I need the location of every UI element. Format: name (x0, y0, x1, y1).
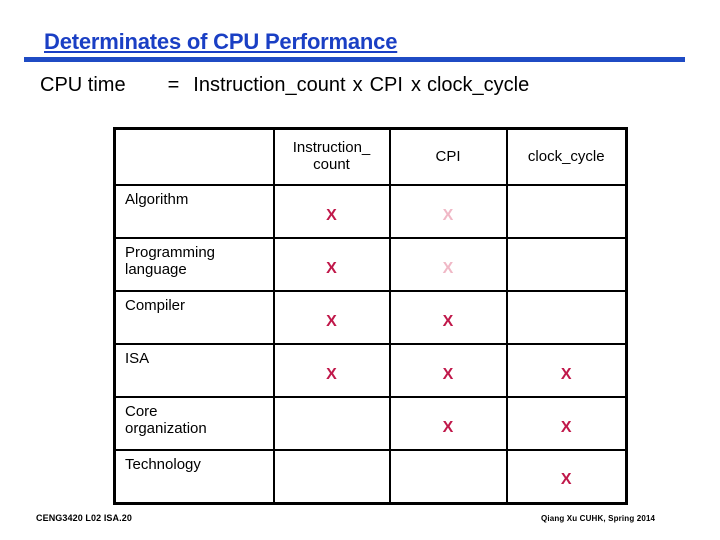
title-underline-rule (24, 57, 685, 62)
cell-isa-clock-cycle: X (505, 343, 628, 398)
cell-compiler-clock-cycle (505, 290, 628, 345)
cpu-time-formula: CPU time = Instruction_count x CPI x clock_cyc… (40, 74, 688, 100)
table-row: Algorithm X X (113, 184, 628, 239)
cell-algorithm-cpi: X (388, 184, 508, 239)
table-row: Compiler X X (113, 290, 628, 345)
mark-x: X (560, 471, 572, 489)
mark-x: X (326, 206, 337, 224)
row-label-programming-language: Programming language (113, 237, 275, 292)
mark-x: X (560, 365, 572, 383)
row-label-line1: Algorithm (125, 191, 189, 208)
cell-technology-clock-cycle: X (505, 449, 628, 504)
table-corner-cell (114, 128, 275, 186)
formula-term-cpi: CPI (369, 74, 403, 96)
column-header-instruction-count: Instruction_ count (272, 127, 391, 186)
formula-term-instruction-count: Instruction_count (193, 74, 346, 96)
mark-x: X (326, 365, 337, 383)
column-header-cpi: CPI (388, 127, 508, 186)
formula-term-clock-cycle: clock_cycle (426, 74, 530, 96)
cell-core-organization-cpi: X (388, 396, 508, 451)
footer-attribution: Qiang Xu CUHK, Spring 2014 (541, 514, 656, 523)
column-header-clock-cycle: clock_cycle (505, 127, 628, 186)
cell-compiler-instruction-count: X (272, 290, 391, 345)
cell-compiler-cpi: X (388, 290, 508, 345)
cell-isa-cpi: X (388, 343, 508, 398)
column-header-instruction-count-line2: count (313, 156, 350, 173)
cell-core-organization-clock-cycle: X (505, 396, 628, 451)
row-label-algorithm: Algorithm (113, 184, 275, 239)
cell-programming-language-clock-cycle (505, 237, 628, 292)
cell-algorithm-instruction-count: X (272, 184, 391, 239)
row-label-line1: Core (125, 403, 158, 420)
cell-programming-language-instruction-count: X (272, 237, 391, 292)
cell-technology-cpi (388, 449, 508, 504)
mark-x: X (442, 312, 454, 330)
footer-course-code: CENG3420 L02 ISA.20 (36, 513, 132, 523)
cell-algorithm-clock-cycle (505, 184, 628, 239)
row-label-line1: Compiler (125, 297, 186, 314)
row-label-core-organization: Core organization (113, 396, 275, 451)
mark-x: X (326, 312, 337, 330)
row-label-compiler: Compiler (113, 290, 275, 345)
column-header-instruction-count-line1: Instruction_ (292, 139, 371, 157)
cell-isa-instruction-count: X (272, 343, 391, 398)
mark-x: X (442, 418, 454, 436)
cell-programming-language-cpi: X (388, 237, 508, 292)
mark-x: X (560, 418, 572, 436)
mark-x: X (442, 365, 454, 383)
row-label-technology: Technology (113, 449, 275, 504)
cell-technology-instruction-count (272, 449, 391, 504)
row-label-line1: ISA (125, 350, 150, 367)
table-row: Technology X (113, 449, 628, 504)
formula-lhs: CPU time (40, 74, 126, 96)
table-row: ISA X X X (113, 343, 628, 398)
page-title: Determinates of CPU Performance (44, 29, 398, 54)
formula-equals: = (167, 74, 180, 96)
cell-core-organization-instruction-count (272, 396, 391, 451)
table-row: Programming language X X (113, 237, 628, 292)
row-label-line1: Technology (125, 456, 201, 473)
mark-x: X (326, 259, 337, 277)
mark-x: X (442, 259, 454, 277)
formula-operator-1: x (352, 74, 363, 96)
row-label-line1: Programming (125, 244, 216, 261)
table-row: Core organization X X (113, 396, 628, 451)
row-label-line2: language (125, 260, 187, 278)
row-label-isa: ISA (113, 343, 275, 398)
formula-operator-2: x (410, 74, 421, 96)
mark-x: X (442, 206, 454, 224)
determinates-matrix-table: Instruction_ count CPI clock_cycle Algor… (113, 127, 628, 505)
row-label-line2: organization (125, 419, 207, 437)
table-header-row: Instruction_ count CPI clock_cycle (114, 127, 628, 186)
